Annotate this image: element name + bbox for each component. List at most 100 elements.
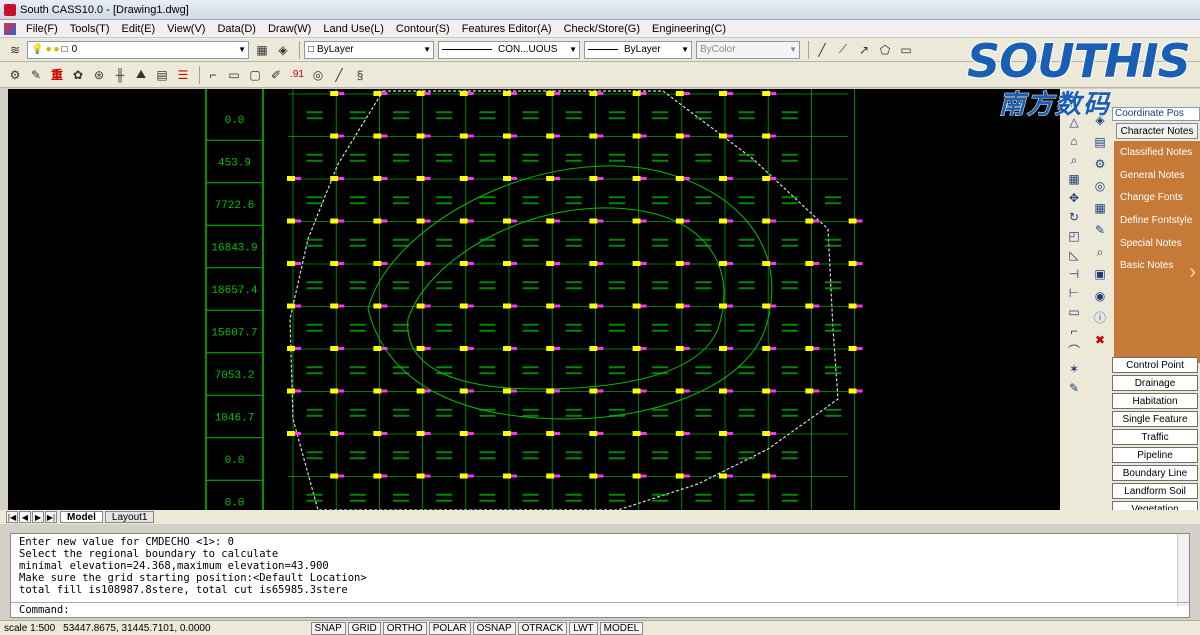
target-icon[interactable]: ◎: [309, 66, 327, 84]
cell-label-mark: [825, 196, 841, 199]
extend-icon[interactable]: ⊢: [1065, 285, 1083, 301]
category-single-feature[interactable]: Single Feature: [1112, 411, 1198, 427]
menu-check-store[interactable]: Check/Store(G): [558, 23, 646, 35]
next-tab-icon[interactable]: ▶: [32, 511, 44, 523]
menu-features-editor[interactable]: Features Editor(A): [456, 23, 558, 35]
grid-icon[interactable]: ▤: [153, 66, 171, 84]
category-pipeline[interactable]: Pipeline: [1112, 447, 1198, 463]
rail-icon[interactable]: ☰: [174, 66, 192, 84]
layer-filter-icon[interactable]: ✎: [27, 66, 45, 84]
menu-draw[interactable]: Draw(W): [262, 23, 317, 35]
command-input[interactable]: Command:: [19, 604, 70, 616]
layer-manager-icon[interactable]: ≋: [6, 41, 24, 59]
layer-previous-icon[interactable]: ◈: [274, 41, 292, 59]
close-icon[interactable]: ✖: [1095, 333, 1105, 347]
chevron-down-icon[interactable]: ▼: [238, 45, 246, 54]
rotate-icon[interactable]: ↻: [1065, 209, 1083, 225]
category-landform-soil[interactable]: Landform Soil: [1112, 483, 1198, 499]
properties-icon[interactable]: ✎: [1065, 380, 1083, 396]
first-tab-icon[interactable]: |◀: [6, 511, 18, 523]
polar-toggle[interactable]: POLAR: [428, 621, 471, 635]
polygon-icon[interactable]: ⬠: [876, 41, 894, 59]
model-toggle[interactable]: MODEL: [599, 621, 644, 635]
chevron-down-icon[interactable]: ▼: [423, 45, 431, 54]
chamfer-icon[interactable]: ⌐: [1065, 323, 1083, 339]
command-scrollbar[interactable]: [1177, 534, 1189, 606]
menu-land-use[interactable]: Land Use(L): [317, 23, 390, 35]
category-habitation[interactable]: Habitation: [1112, 393, 1198, 409]
category-traffic[interactable]: Traffic: [1112, 429, 1198, 445]
snap-toggle[interactable]: SNAP: [310, 621, 346, 635]
elevation-icon[interactable]: ⛰: [132, 66, 150, 84]
character-notes-header[interactable]: Character Notes: [1116, 123, 1198, 139]
chevron-down-icon[interactable]: ▼: [681, 45, 689, 54]
traverse-icon[interactable]: ⊛: [90, 66, 108, 84]
menu-engineering[interactable]: Engineering(C): [646, 23, 732, 35]
curve-icon[interactable]: §: [351, 66, 369, 84]
lineweight-combo[interactable]: ByLayer ▼: [584, 40, 692, 59]
menu-change-fonts[interactable]: Change Fonts: [1114, 186, 1200, 209]
menu-data[interactable]: Data(D): [211, 23, 262, 35]
settings-icon[interactable]: ⚙: [6, 66, 24, 84]
square-icon[interactable]: ▢: [246, 66, 264, 84]
last-tab-icon[interactable]: ▶|: [45, 511, 57, 523]
menu-tools[interactable]: Tools(T): [64, 23, 116, 35]
scale-icon[interactable]: ◰: [1065, 228, 1083, 244]
menu-classified-notes[interactable]: Classified Notes: [1114, 141, 1200, 164]
layer-combo[interactable]: 💡 ● ● □ 0 ▼: [27, 40, 249, 59]
color-combo[interactable]: □ ByLayer ▼: [304, 40, 434, 59]
menu-define-fontstyle[interactable]: Define Fontstyle: [1114, 209, 1200, 232]
break-icon[interactable]: ▭: [1065, 304, 1083, 320]
category-control-point[interactable]: Control Point: [1112, 357, 1198, 373]
corner-icon[interactable]: ⌐: [204, 66, 222, 84]
menu-file[interactable]: File(F): [20, 23, 64, 35]
category-boundary-line[interactable]: Boundary Line: [1112, 465, 1198, 481]
fence-icon[interactable]: ╫: [111, 66, 129, 84]
slash-icon[interactable]: ╱: [330, 66, 348, 84]
menu-basic-notes[interactable]: Basic Notes: [1114, 254, 1200, 277]
chevron-right-icon[interactable]: ›: [1189, 261, 1196, 284]
polyline-icon[interactable]: ↗: [855, 41, 873, 59]
otrack-toggle[interactable]: OTRACK: [517, 621, 568, 635]
array-icon[interactable]: ▦: [1065, 171, 1083, 187]
fillet-icon[interactable]: ⌒: [1065, 342, 1083, 358]
zoom-icon[interactable]: ⌕: [1065, 152, 1083, 168]
heavy-text-icon[interactable]: 重: [48, 66, 66, 84]
rect-icon[interactable]: ▭: [225, 66, 243, 84]
house-icon[interactable]: ⌂: [1065, 133, 1083, 149]
rectangle-icon[interactable]: ▭: [897, 41, 915, 59]
menu-edit[interactable]: Edit(E): [116, 23, 162, 35]
symbol-icon[interactable]: ✿: [69, 66, 87, 84]
grid-toggle[interactable]: GRID: [347, 621, 381, 635]
cell-label-mark: [306, 287, 323, 290]
lwt-toggle[interactable]: LWT: [569, 621, 598, 635]
trim-icon[interactable]: ⊣: [1065, 266, 1083, 282]
menu-view[interactable]: View(V): [161, 23, 211, 35]
menu-general-notes[interactable]: General Notes: [1114, 164, 1200, 187]
notes-submenu: Classified Notes General Notes Change Fo…: [1114, 141, 1200, 363]
construction-line-icon[interactable]: ⟋: [834, 41, 852, 59]
chevron-down-icon[interactable]: ▼: [569, 45, 577, 54]
command-prompt: Command:: [19, 604, 70, 616]
pencil-icon[interactable]: ✐: [267, 66, 285, 84]
ortho-toggle[interactable]: ORTHO: [382, 621, 427, 635]
category-drainage[interactable]: Drainage: [1112, 375, 1198, 391]
measure-text[interactable]: .91: [288, 66, 306, 84]
info-icon[interactable]: ⓘ: [1094, 311, 1106, 325]
menu-contour[interactable]: Contour(S): [390, 23, 456, 35]
cell-label-mark: [695, 366, 712, 369]
make-current-layer-icon[interactable]: ▦: [253, 41, 271, 59]
menu-app-icon[interactable]: [4, 22, 16, 35]
drawing-canvas[interactable]: 0.0 453.9 7722.6 16843.9 18657.4 15607.7 7053.…: [8, 89, 1060, 510]
linetype-combo[interactable]: CON...UOUS ▼: [438, 40, 580, 59]
prev-tab-icon[interactable]: ◀: [19, 511, 31, 523]
line-icon[interactable]: ╱: [813, 41, 831, 59]
explode-icon[interactable]: ✶: [1065, 361, 1083, 377]
stretch-icon[interactable]: ◺: [1065, 247, 1083, 263]
cell-label-mark: [738, 202, 755, 205]
tab-model[interactable]: Model: [60, 511, 103, 523]
move-icon[interactable]: ✥: [1065, 190, 1083, 206]
osnap-toggle[interactable]: OSNAP: [472, 621, 516, 635]
tab-layout1[interactable]: Layout1: [104, 511, 155, 523]
menu-special-notes[interactable]: Special Notes: [1114, 232, 1200, 255]
